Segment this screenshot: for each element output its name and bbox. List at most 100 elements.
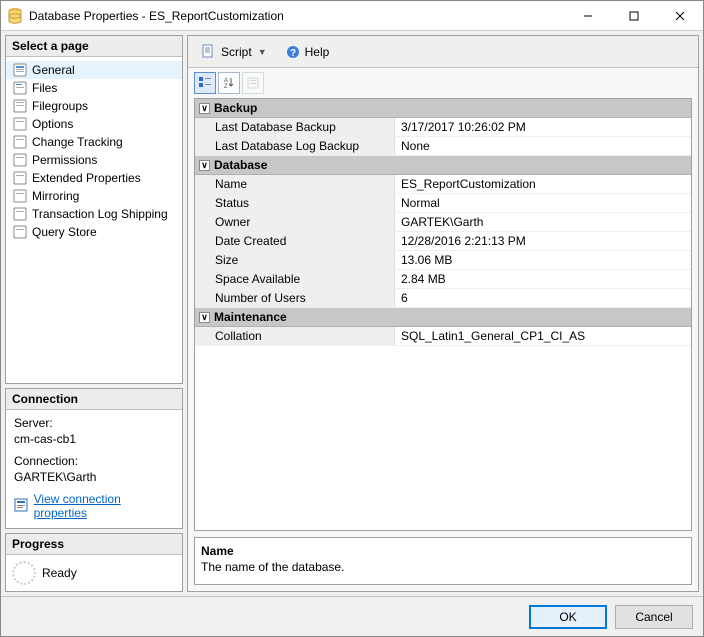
- chevron-down-icon: ▼: [256, 47, 267, 57]
- page-icon: [12, 206, 28, 222]
- prop-status[interactable]: StatusNormal: [195, 194, 691, 213]
- nav-label: Files: [32, 81, 57, 95]
- prop-space-available[interactable]: Space Available2.84 MB: [195, 270, 691, 289]
- nav-label: Extended Properties: [32, 171, 141, 185]
- nav-item-options[interactable]: Options: [6, 115, 182, 133]
- page-icon: [12, 98, 28, 114]
- prop-owner[interactable]: OwnerGARTEK\Garth: [195, 213, 691, 232]
- prop-last-database-backup[interactable]: Last Database Backup3/17/2017 10:26:02 P…: [195, 118, 691, 137]
- minimize-button[interactable]: [565, 1, 611, 30]
- progress-pane: Progress Ready: [5, 533, 183, 592]
- category-maintenance[interactable]: ∨Maintenance: [195, 308, 691, 327]
- ok-label: OK: [559, 610, 576, 624]
- property-grid: ∨Backup Last Database Backup3/17/2017 10…: [194, 98, 692, 531]
- page-icon: [12, 62, 28, 78]
- prop-value: GARTEK\Garth: [395, 213, 691, 231]
- nav-item-change-tracking[interactable]: Change Tracking: [6, 133, 182, 151]
- description-pane: Name The name of the database.: [194, 537, 692, 585]
- prop-name: Last Database Backup: [195, 118, 395, 136]
- nav-item-extended-properties[interactable]: Extended Properties: [6, 169, 182, 187]
- connection-value: GARTEK\Garth: [14, 470, 174, 484]
- properties-button: [242, 72, 264, 94]
- property-toolbar: AZ: [188, 68, 698, 98]
- progress-spinner-icon: [12, 561, 36, 585]
- page-selector-heading: Select a page: [6, 36, 182, 57]
- description-text: The name of the database.: [201, 560, 685, 574]
- prop-value: 12/28/2016 2:21:13 PM: [395, 232, 691, 250]
- nav-item-transaction-log-shipping[interactable]: Transaction Log Shipping: [6, 205, 182, 223]
- category-database[interactable]: ∨Database: [195, 156, 691, 175]
- connection-heading: Connection: [6, 389, 182, 410]
- help-icon: ?: [285, 44, 301, 60]
- server-value: cm-cas-cb1: [14, 432, 174, 446]
- script-button[interactable]: Script ▼: [194, 41, 274, 63]
- cancel-button[interactable]: Cancel: [615, 605, 693, 629]
- prop-name: Name: [195, 175, 395, 193]
- prop-collation[interactable]: CollationSQL_Latin1_General_CP1_CI_AS: [195, 327, 691, 346]
- prop-name: Size: [195, 251, 395, 269]
- category-label: Maintenance: [214, 310, 287, 324]
- prop-name: Date Created: [195, 232, 395, 250]
- window-title: Database Properties - ES_ReportCustomiza…: [29, 9, 565, 23]
- close-button[interactable]: [657, 1, 703, 30]
- cancel-label: Cancel: [635, 610, 672, 624]
- nav-item-files[interactable]: Files: [6, 79, 182, 97]
- nav-label: Mirroring: [32, 189, 79, 203]
- categorized-button[interactable]: [194, 72, 216, 94]
- nav-item-permissions[interactable]: Permissions: [6, 151, 182, 169]
- svg-text:?: ?: [290, 48, 296, 59]
- nav-item-filegroups[interactable]: Filegroups: [6, 97, 182, 115]
- help-button[interactable]: ? Help: [278, 41, 337, 63]
- toolbar: Script ▼ ? Help: [188, 36, 698, 68]
- nav-label: Change Tracking: [32, 135, 123, 149]
- prop-name: Collation: [195, 327, 395, 345]
- page-list: General Files Filegroups Options Change …: [6, 57, 182, 383]
- prop-number-of-users[interactable]: Number of Users6: [195, 289, 691, 308]
- category-label: Backup: [214, 101, 257, 115]
- prop-value: 2.84 MB: [395, 270, 691, 288]
- database-icon: [7, 8, 23, 24]
- titlebar: Database Properties - ES_ReportCustomiza…: [1, 1, 703, 31]
- page-icon: [12, 80, 28, 96]
- prop-name: Owner: [195, 213, 395, 231]
- prop-last-log-backup[interactable]: Last Database Log BackupNone: [195, 137, 691, 156]
- progress-heading: Progress: [6, 534, 182, 555]
- help-label: Help: [305, 45, 330, 59]
- page-icon: [12, 134, 28, 150]
- prop-value: 3/17/2017 10:26:02 PM: [395, 118, 691, 136]
- prop-size[interactable]: Size13.06 MB: [195, 251, 691, 270]
- description-title: Name: [201, 544, 685, 558]
- ok-button[interactable]: OK: [529, 605, 607, 629]
- page-icon: [12, 224, 28, 240]
- category-label: Database: [214, 158, 267, 172]
- prop-value: Normal: [395, 194, 691, 212]
- nav-item-general[interactable]: General: [6, 61, 182, 79]
- server-label: Server:: [14, 416, 174, 430]
- connection-label: Connection:: [14, 454, 174, 468]
- nav-label: General: [32, 63, 75, 77]
- prop-name: Status: [195, 194, 395, 212]
- window-buttons: [565, 1, 703, 30]
- left-column: Select a page General Files Filegroups O…: [5, 35, 183, 592]
- prop-value: SQL_Latin1_General_CP1_CI_AS: [395, 327, 691, 345]
- maximize-button[interactable]: [611, 1, 657, 30]
- nav-item-query-store[interactable]: Query Store: [6, 223, 182, 241]
- dialog-body: Select a page General Files Filegroups O…: [1, 31, 703, 596]
- dialog-footer: OK Cancel: [1, 596, 703, 636]
- nav-label: Permissions: [32, 153, 97, 167]
- nav-label: Transaction Log Shipping: [32, 207, 168, 221]
- prop-date-created[interactable]: Date Created12/28/2016 2:21:13 PM: [195, 232, 691, 251]
- page-selector-pane: Select a page General Files Filegroups O…: [5, 35, 183, 384]
- nav-item-mirroring[interactable]: Mirroring: [6, 187, 182, 205]
- content-column: Script ▼ ? Help AZ: [187, 35, 699, 592]
- view-connection-properties-link[interactable]: View connection properties: [34, 492, 174, 520]
- dialog-window: Database Properties - ES_ReportCustomiza…: [0, 0, 704, 637]
- page-icon: [12, 188, 28, 204]
- svg-text:Z: Z: [224, 84, 228, 90]
- prop-value: 6: [395, 289, 691, 307]
- prop-value: None: [395, 137, 691, 155]
- nav-label: Options: [32, 117, 73, 131]
- alphabetical-button[interactable]: AZ: [218, 72, 240, 94]
- prop-name-row[interactable]: NameES_ReportCustomization: [195, 175, 691, 194]
- category-backup[interactable]: ∨Backup: [195, 99, 691, 118]
